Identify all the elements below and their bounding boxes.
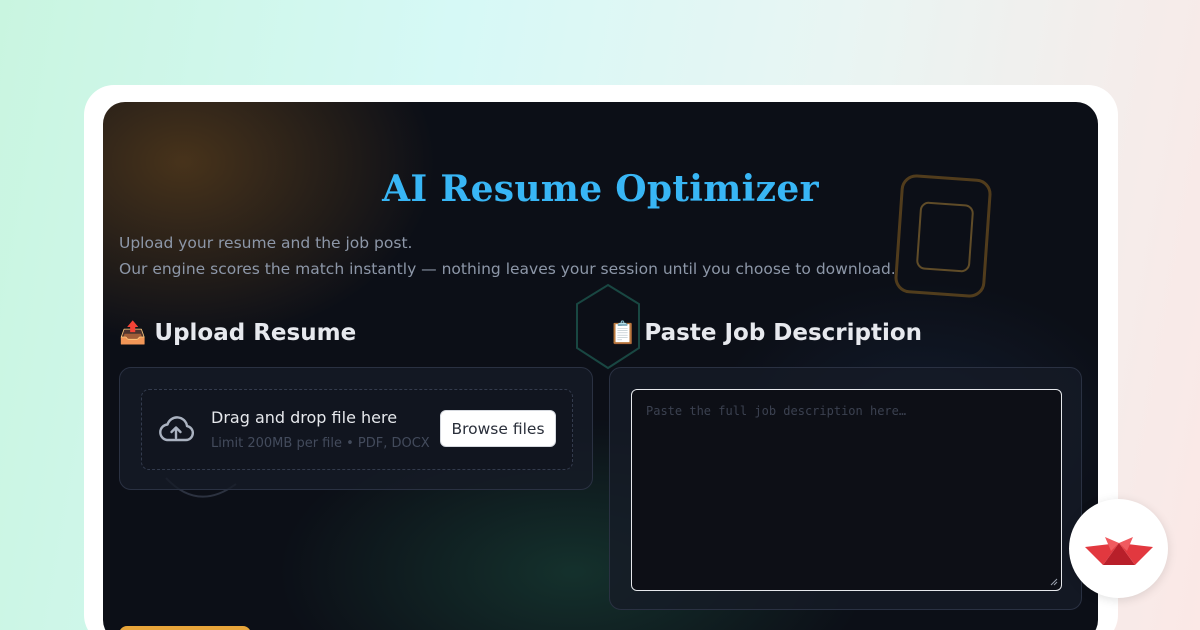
subtitle-line: Our engine scores the match instantly — … xyxy=(119,260,896,278)
dropzone-title: Drag and drop file here xyxy=(211,408,398,427)
upload-heading-label: Upload Resume xyxy=(154,320,357,346)
brand-badge[interactable] xyxy=(1069,499,1168,598)
outbox-tray-icon: 📤 xyxy=(119,320,147,346)
upload-card: Drag and drop file here Limit 200MB per … xyxy=(119,367,593,490)
browse-files-button[interactable]: Browse files xyxy=(440,410,556,447)
cloud-upload-icon xyxy=(159,416,195,442)
crown-logo-icon xyxy=(1085,537,1153,565)
upload-resume-heading: 📤 Upload Resume xyxy=(119,320,356,346)
page-title: AI Resume Optimizer xyxy=(382,168,819,210)
subtitle-line: Upload your resume and the job post. xyxy=(119,234,413,252)
resize-grip-icon[interactable] xyxy=(1048,576,1058,586)
job-description-textarea[interactable] xyxy=(631,389,1062,591)
dropzone-hint: Limit 200MB per file • PDF, DOCX xyxy=(211,436,430,451)
clipboard-icon: 📋 xyxy=(609,320,637,346)
job-heading-label: Paste Job Description xyxy=(644,320,923,346)
file-dropzone[interactable]: Drag and drop file here Limit 200MB per … xyxy=(141,389,573,470)
job-description-heading: 📋 Paste Job Description xyxy=(609,320,922,346)
page-subtitle: Upload your resume and the job post. Our… xyxy=(119,230,896,282)
primary-action-button[interactable] xyxy=(119,626,251,630)
app-container: AI Resume Optimizer Upload your resume a… xyxy=(103,102,1098,630)
job-description-card xyxy=(609,367,1082,610)
